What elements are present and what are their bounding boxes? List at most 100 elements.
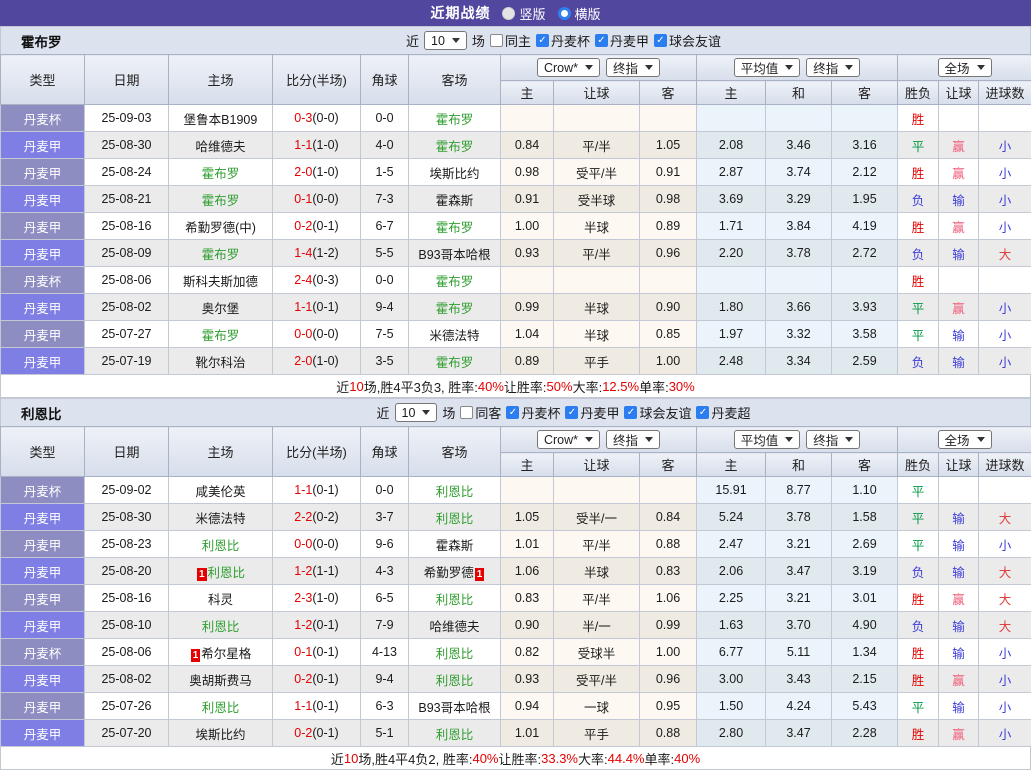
checkbox-checked-icon[interactable]: ✓	[624, 406, 637, 419]
home-team-link[interactable]: 利恩比	[202, 539, 240, 553]
score-link[interactable]: 2-4	[294, 273, 312, 287]
odds-final-select[interactable]: 终指	[606, 430, 660, 449]
home-team-link[interactable]: 霍布罗	[202, 248, 240, 262]
table-row: 丹麦杯25-09-03堡鲁本B19090-3(0-0)0-0霍布罗胜	[1, 105, 1031, 132]
match-count-select[interactable]: 10	[424, 31, 467, 50]
away-team-link[interactable]: 利恩比	[436, 647, 474, 661]
home-team-name[interactable]: 哈维德夫	[195, 140, 245, 154]
home-team-name[interactable]: 埃斯比约	[195, 728, 245, 742]
score-link[interactable]: 1-1	[294, 300, 312, 314]
result-text: 输	[952, 512, 965, 526]
checkbox-unchecked-icon[interactable]	[460, 406, 473, 419]
radio-icon[interactable]	[502, 7, 515, 20]
odds-final-select[interactable]: 终指	[606, 58, 660, 77]
score-link[interactable]: 1-4	[294, 246, 312, 260]
home-team-name[interactable]: 斯科夫斯加德	[183, 275, 258, 289]
home-team-name[interactable]: 希尔星格	[201, 647, 251, 661]
away-team-name[interactable]: 哈维德夫	[429, 620, 479, 634]
home-team-link[interactable]: 利恩比	[202, 620, 240, 634]
layout-radio-horizontal[interactable]: 横版	[558, 4, 601, 23]
away-team-link[interactable]: 霍布罗	[436, 275, 474, 289]
avg-home-odds-cell: 1.97	[697, 321, 766, 348]
away-team-link[interactable]: 霍布罗	[436, 221, 474, 235]
score-link[interactable]: 0-3	[294, 111, 312, 125]
score-link[interactable]: 0-1	[294, 645, 312, 659]
home-team-link[interactable]: 霍布罗	[202, 194, 240, 208]
away-team-name[interactable]: B93哥本哈根	[418, 248, 490, 262]
away-team-link[interactable]: 霍布罗	[436, 356, 474, 370]
same-venue-checkbox[interactable]: 同主	[490, 31, 531, 50]
league-filter-checkbox[interactable]: ✓丹麦甲	[595, 31, 649, 50]
home-team-name[interactable]: 科灵	[208, 593, 233, 607]
league-filter-checkbox[interactable]: ✓丹麦杯	[536, 31, 590, 50]
checkbox-checked-icon[interactable]: ✓	[696, 406, 709, 419]
away-team-link[interactable]: 利恩比	[436, 593, 474, 607]
home-team-name[interactable]: 堡鲁本B1909	[184, 113, 258, 127]
score-link[interactable]: 1-2	[294, 618, 312, 632]
away-team-link[interactable]: 利恩比	[436, 674, 474, 688]
score-link[interactable]: 1-2	[294, 564, 312, 578]
handicap-home-odds-cell: 1.05	[501, 504, 554, 531]
checkbox-checked-icon[interactable]: ✓	[565, 406, 578, 419]
score-link[interactable]: 0-0	[294, 327, 312, 341]
avg-final-select[interactable]: 终指	[806, 58, 860, 77]
scope-select[interactable]: 全场	[938, 430, 992, 449]
scope-select[interactable]: 全场	[938, 58, 992, 77]
score-link[interactable]: 1-1	[294, 483, 312, 497]
checkbox-unchecked-icon[interactable]	[490, 34, 503, 47]
avg-final-select[interactable]: 终指	[806, 430, 860, 449]
score-link[interactable]: 2-0	[294, 165, 312, 179]
league-filter-checkbox[interactable]: ✓球会友谊	[654, 31, 721, 50]
away-team-link[interactable]: 霍布罗	[436, 302, 474, 316]
score-link[interactable]: 2-2	[294, 510, 312, 524]
score-link[interactable]: 2-3	[294, 591, 312, 605]
away-team-link[interactable]: 霍布罗	[436, 113, 474, 127]
layout-radio-vertical[interactable]: 竖版	[502, 4, 545, 23]
win-loss-cell: 平	[898, 294, 939, 321]
home-team-name[interactable]: 希勤罗德(中)	[185, 221, 256, 235]
checkbox-checked-icon[interactable]: ✓	[506, 406, 519, 419]
score-link[interactable]: 0-2	[294, 672, 312, 686]
score-link[interactable]: 1-1	[294, 699, 312, 713]
away-team-name[interactable]: 米德法特	[429, 329, 479, 343]
home-team-name[interactable]: 奥尔堡	[202, 302, 240, 316]
checkbox-checked-icon[interactable]: ✓	[536, 34, 549, 47]
league-filter-checkbox[interactable]: ✓丹麦杯	[506, 403, 560, 422]
away-team-link[interactable]: 利恩比	[436, 512, 474, 526]
away-team-name[interactable]: B93哥本哈根	[418, 701, 490, 715]
home-team-name[interactable]: 靴尔科治	[195, 356, 245, 370]
score-link[interactable]: 1-1	[294, 138, 312, 152]
same-venue-checkbox[interactable]: 同客	[460, 403, 501, 422]
score-link[interactable]: 0-2	[294, 726, 312, 740]
home-team-link[interactable]: 霍布罗	[202, 167, 240, 181]
away-team-name[interactable]: 霍森斯	[436, 539, 474, 553]
score-link[interactable]: 2-0	[294, 354, 312, 368]
home-team-name[interactable]: 米德法特	[195, 512, 245, 526]
league-filter-checkbox[interactable]: ✓丹麦甲	[565, 403, 619, 422]
handicap-away-odds-cell: 1.06	[640, 585, 697, 612]
home-team-link[interactable]: 霍布罗	[202, 329, 240, 343]
odds-company-select[interactable]: Crow*	[537, 430, 600, 449]
home-team-name[interactable]: 咸美伦英	[195, 485, 245, 499]
away-team-link[interactable]: 利恩比	[436, 485, 474, 499]
score-link[interactable]: 0-0	[294, 537, 312, 551]
away-team-name[interactable]: 霍森斯	[436, 194, 474, 208]
checkbox-checked-icon[interactable]: ✓	[654, 34, 667, 47]
match-count-select[interactable]: 10	[395, 403, 438, 422]
odds-company-select[interactable]: Crow*	[537, 58, 600, 77]
score-link[interactable]: 0-2	[294, 219, 312, 233]
score-link[interactable]: 0-1	[294, 192, 312, 206]
checkbox-checked-icon[interactable]: ✓	[595, 34, 608, 47]
home-team-name[interactable]: 奥胡斯费马	[189, 674, 252, 688]
league-filter-checkbox[interactable]: ✓球会友谊	[624, 403, 691, 422]
away-team-name[interactable]: 希勤罗德	[424, 566, 474, 580]
radio-icon[interactable]	[558, 7, 571, 20]
avg-source-select[interactable]: 平均值	[734, 430, 801, 449]
away-team-link[interactable]: 霍布罗	[436, 140, 474, 154]
away-team-link[interactable]: 利恩比	[436, 728, 474, 742]
home-team-link[interactable]: 利恩比	[202, 701, 240, 715]
home-team-link[interactable]: 利恩比	[208, 566, 246, 580]
league-filter-checkbox[interactable]: ✓丹麦超	[696, 403, 750, 422]
avg-source-select[interactable]: 平均值	[734, 58, 801, 77]
away-team-name[interactable]: 埃斯比约	[429, 167, 479, 181]
